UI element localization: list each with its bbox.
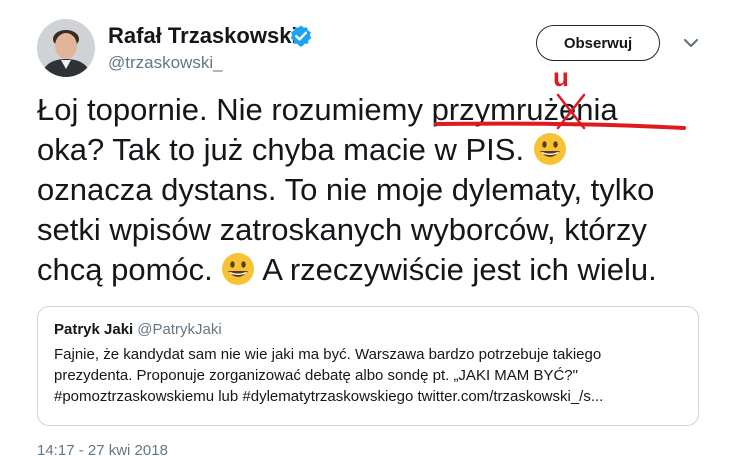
quoted-author-name: Patryk Jaki [54,321,134,338]
tweet-line: oka? Tak to już chyba macie w PIS. [37,130,717,170]
avatar-image [37,19,95,77]
corrected-word: przymrużenia [431,92,618,127]
quoted-tweet-header: Patryk Jaki @PatrykJaki [54,321,682,338]
verified-badge-icon [290,25,312,47]
grinning-face-emoji [222,253,255,285]
tweet-line: chcą pomóc. A rzeczywiście jest ich wiel… [37,252,657,287]
tweet-line: oznacza dystans. To nie moje dylematy, t… [37,172,655,207]
timestamp[interactable]: 14:17 - 27 kwi 2018 [37,442,168,456]
grinning-face-emoji [533,133,566,165]
quoted-line: Fajnie, że kandydat sam nie wie jaki ma … [54,346,602,363]
quoted-line[interactable]: #pomoztrzaskowskiemu lub #dylematytrzask… [54,386,682,407]
chevron-down-icon[interactable] [681,33,701,53]
avatar[interactable] [37,19,95,77]
tweet-line: Łoj topornie. Nie rozumiemy przymrużenia [37,92,618,127]
tweet-text: Łoj topornie. Nie rozumiemy przymrużenia… [37,90,717,290]
quoted-author-handle: @PatrykJaki [137,321,222,338]
quoted-tweet[interactable]: Patryk Jaki @PatrykJaki Fajnie, że kandyd… [37,306,699,426]
author-handle[interactable]: @trzaskowski_ [108,53,223,73]
follow-button[interactable]: Obserwuj [536,25,660,61]
quoted-line: prezydenta. Proponuje zorganizować debat… [54,367,578,384]
author-name[interactable]: Rafał Trzaskowski [108,23,298,49]
tweet-card: Rafał Trzaskowski @trzaskowski_ Obserwuj… [0,0,735,456]
correction-letter: u [553,62,569,92]
tweet-line: setki wpisów zatroskanych wyborców, któr… [37,212,647,247]
quoted-tweet-text: Fajnie, że kandydat sam nie wie jaki ma … [54,344,682,407]
